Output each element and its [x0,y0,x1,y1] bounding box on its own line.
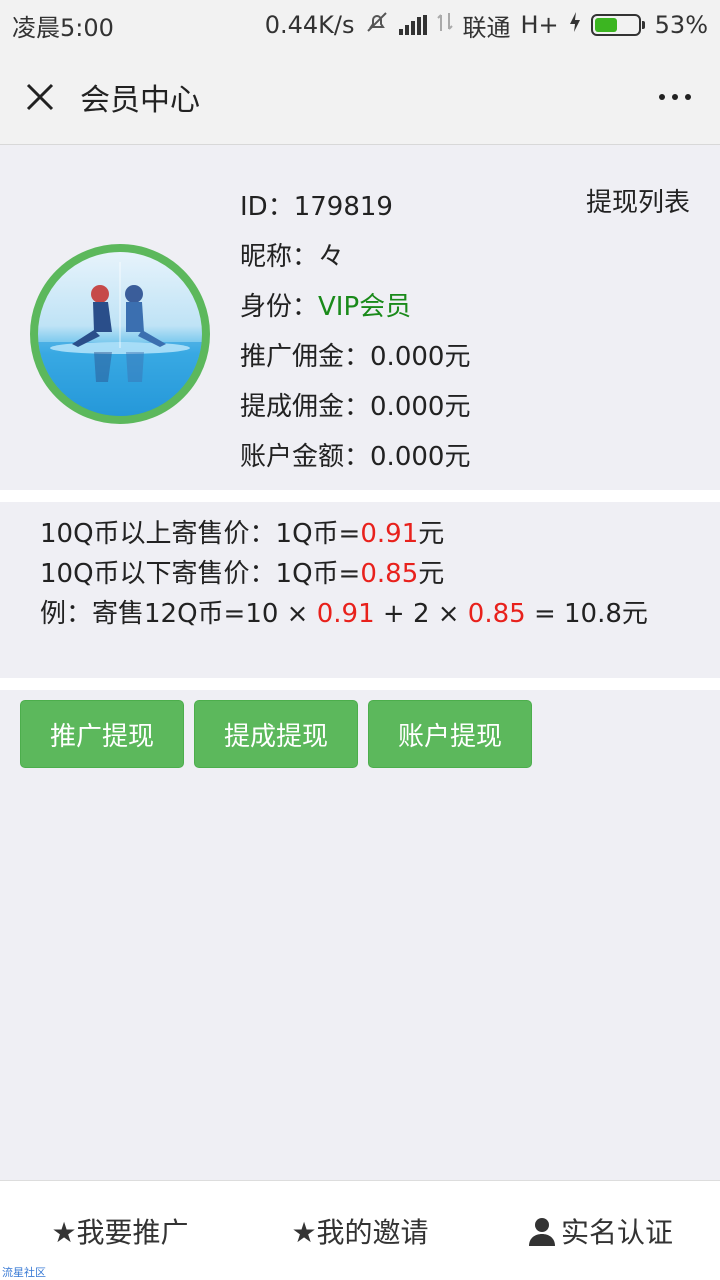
account-balance-value: 0.000元 [370,442,471,472]
more-dot-icon [672,94,678,100]
page-title: 会员中心 [80,83,200,118]
price-value: 0.91 [360,519,419,549]
price-unit: 元 [418,559,445,589]
bottom-tab-bar: ★我要推广 ★我的邀请 实名认证 [0,1180,720,1280]
price-line-label: 10Q币以下寄售价：1Q币= [40,559,361,589]
status-right: 0.44K/s 联通 H+ 53% [265,8,708,43]
user-id-value: 179819 [293,192,393,222]
price-line-label: 10Q币以上寄售价：1Q币= [40,519,361,549]
tab-invites[interactable]: ★我的邀请 [240,1181,480,1280]
battery-percent: 53% [654,11,708,39]
role-row: 身份：VIP会员 [240,282,470,332]
nickname-label: 昵称： [240,242,319,272]
avatar[interactable] [30,244,210,424]
tab-verify[interactable]: 实名认证 [480,1181,720,1280]
nickname-value: 々 [318,242,345,272]
mute-icon [365,10,389,40]
account-balance-label: 账户金额： [240,442,371,472]
example-suffix: = 10.8元 [525,599,648,629]
network-type: H+ [520,11,559,39]
profile-info: ID：179819 昵称：々 身份：VIP会员 推广佣金：0.000元 提成佣金… [240,182,470,482]
signal-icon [398,15,427,35]
section-divider [0,678,720,690]
tab-invites-label: ★我的邀请 [291,1215,429,1249]
example-price-1: 0.91 [316,599,375,629]
role-label: 身份： [240,292,319,322]
example-price-2: 0.85 [467,599,526,629]
bonus-withdraw-button[interactable]: 提成提现 [194,700,358,768]
user-icon [528,1217,555,1246]
carrier: 联通 [462,13,511,42]
profile-card: ID：179819 昵称：々 身份：VIP会员 推广佣金：0.000元 提成佣金… [0,146,720,490]
nav-bar: 会员中心 [0,50,720,145]
promo-commission-row: 推广佣金：0.000元 [240,332,470,382]
role-value: VIP会员 [318,292,412,322]
withdraw-actions: 推广提现 提成提现 账户提现 [20,700,532,768]
account-withdraw-button[interactable]: 账户提现 [368,700,532,768]
status-bar: 凌晨5:00 0.44K/s 联通 H+ 53% [0,0,720,50]
charging-icon [569,11,581,39]
more-menu-button[interactable] [630,50,720,145]
nickname-row: 昵称：々 [240,232,470,282]
watermark: 流星社区 [2,1266,46,1279]
user-id-label: ID： [240,192,294,222]
account-balance-row: 账户金额：0.000元 [240,432,470,482]
bonus-commission-row: 提成佣金：0.000元 [240,382,470,432]
section-divider [0,490,720,502]
bonus-commission-value: 0.000元 [370,392,471,422]
price-example: 例：寄售12Q币=10 × 0.91 + 2 × 0.85 = 10.8元 [40,594,720,634]
more-dot-icon [685,94,691,100]
price-line-below-10: 10Q币以下寄售价：1Q币=0.85元 [40,554,720,594]
promo-commission-value: 0.000元 [370,342,471,372]
user-id-row: ID：179819 [240,182,470,232]
close-icon [26,83,54,111]
data-transfer-icon [436,11,453,39]
promo-commission-label: 推广佣金： [240,342,371,372]
withdraw-list-link[interactable]: 提现列表 [586,182,690,224]
price-line-above-10: 10Q币以上寄售价：1Q币=0.91元 [40,514,720,554]
example-prefix: 例：寄售12Q币=10 × [40,599,317,629]
tab-verify-label: 实名认证 [560,1215,673,1249]
price-unit: 元 [418,519,445,549]
avatar-illustration [38,262,202,416]
example-mid: + 2 × [374,599,468,629]
bonus-commission-label: 提成佣金： [240,392,371,422]
net-speed: 0.44K/s [264,11,355,39]
promo-withdraw-button[interactable]: 推广提现 [20,700,184,768]
pricing-info: 10Q币以上寄售价：1Q币=0.91元 10Q币以下寄售价：1Q币=0.85元 … [0,502,720,678]
tab-promote-label: ★我要推广 [51,1215,189,1249]
status-time: 凌晨5:00 [12,13,114,42]
battery-icon [590,14,645,36]
close-button[interactable] [0,50,80,145]
price-value: 0.85 [360,559,419,589]
more-dot-icon [659,94,665,100]
